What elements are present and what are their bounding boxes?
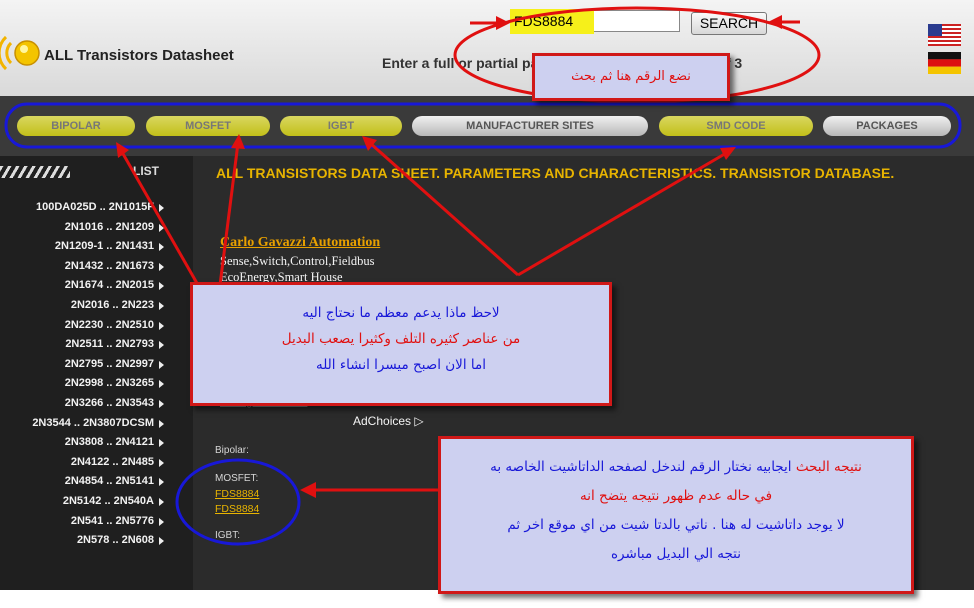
sidebar-item[interactable]: 2N3266 .. 2N3543 [65,397,154,409]
chevron-right-icon[interactable] [159,419,164,428]
result-mosfet-link[interactable]: FDS8884 [215,503,259,515]
adchoices-label[interactable]: AdChoices [353,414,411,428]
sidebar-item[interactable]: 2N1432 .. 2N1673 [65,260,154,272]
tab-mosfet[interactable]: MOSFET [146,116,270,136]
chevron-right-icon[interactable] [159,537,164,546]
page-title: ALL TRANSISTORS DATA SHEET. PARAMETERS A… [216,165,895,181]
result-bipolar-label: Bipolar: [215,445,249,456]
search-input-value[interactable]: FDS8884 [514,13,573,29]
chevron-right-icon[interactable] [159,400,164,408]
sidebar-item[interactable]: 2N1674 .. 2N2015 [65,279,154,291]
sidebar-item[interactable]: 2N4122 .. 2N485 [71,456,154,468]
sidebar-title: LIST [133,164,159,178]
callout-search-note: نضع الرقم هنا ثم بحث [532,53,730,101]
callout-categories-note: لاحظ ماذا يدعم معظم ما نحتاج اليه من عنا… [190,282,612,406]
ad-link[interactable]: Carlo Gavazzi Automation [220,235,380,251]
sidebar-item[interactable]: 2N1016 .. 2N1209 [65,221,154,233]
sidebar-item[interactable]: 2N2795 .. 2N2997 [65,358,154,370]
sidebar-item[interactable]: 2N2998 .. 2N3265 [65,377,154,389]
logo-icon [0,35,40,71]
sidebar-item[interactable]: 2N4854 .. 2N5141 [65,475,154,487]
sidebar-item[interactable]: 2N3544 .. 2N3807DCSM [32,417,154,429]
chevron-right-icon[interactable] [159,380,164,389]
chevron-right-icon[interactable] [159,223,164,232]
callout-results-line: نتيجه البحث ايجابيه نختار الرقم لندخل لص… [441,459,911,475]
ad-line: Sense,Switch,Control,Fieldbus [220,254,375,268]
tab-manufacturer-sites[interactable]: MANUFACTURER SITES [412,116,648,136]
callout-categories-line: اما الان اصبح ميسرا انشاء الله [315,357,487,373]
chevron-right-icon[interactable] [159,341,164,350]
chevron-right-icon[interactable] [159,439,164,448]
chevron-right-icon[interactable] [159,321,164,330]
tab-bipolar[interactable]: BIPOLAR [17,116,135,136]
result-igbt-label: IGBT: [215,530,241,541]
sidebar-item[interactable]: 2N2230 .. 2N2510 [65,319,154,331]
sidebar-item[interactable]: 2N1209-1 .. 2N1431 [55,240,154,252]
search-button[interactable]: SEARCH [691,12,767,35]
callout-results-line: لا يوجد داتاشيت له هنا . ناتي بالدتا شيت… [507,517,845,533]
chevron-right-icon[interactable] [159,262,164,271]
sidebar-stripes [0,166,70,178]
chevron-right-icon[interactable] [159,360,164,369]
sidebar-item[interactable]: 2N578 .. 2N608 [77,534,154,546]
sidebar-item[interactable]: 2N3808 .. 2N4121 [65,436,154,448]
sidebar-item[interactable]: 2N2511 .. 2N2793 [65,338,154,350]
result-mosfet-label: MOSFET: [215,473,259,484]
us-flag-icon[interactable] [928,24,961,46]
adchoices-icon[interactable]: ▷ [414,414,423,428]
site-logo-text[interactable]: ALL Transistors Datasheet [44,47,234,64]
sidebar-item[interactable]: 2N541 .. 2N5776 [71,515,154,527]
callout-results-line: في حاله عدم ظهور نتيجه يتضح انه [579,488,773,504]
callout-results-rest: ايجابيه نختار الرقم لندخل لصفحه الداتاشي… [490,459,796,475]
result-mosfet-link[interactable]: FDS8884 [215,488,259,500]
callout-results-line: نتجه الي البديل مباشره [610,546,742,562]
de-flag-icon[interactable] [928,52,961,74]
callout-categories-line: لاحظ ماذا يدعم معظم ما نحتاج اليه [302,305,500,321]
adchoices-link[interactable]: AdChoices ▷ [353,414,424,428]
sidebar-item[interactable]: 2N2016 .. 2N223 [71,299,154,311]
sidebar-item[interactable]: 100DA025D .. 2N1015F [36,201,154,213]
chevron-right-icon[interactable] [159,498,164,506]
chevron-right-icon[interactable] [159,458,164,467]
chevron-right-icon[interactable] [159,517,164,526]
chevron-right-icon[interactable] [159,204,164,212]
chevron-right-icon[interactable] [159,478,164,487]
callout-results-note: نتيجه البحث ايجابيه نختار الرقم لندخل لص… [438,436,914,594]
chevron-right-icon[interactable] [159,282,164,291]
callout-search-text: نضع الرقم هنا ثم بحث [571,69,691,84]
chevron-right-icon[interactable] [159,302,164,310]
tab-igbt[interactable]: IGBT [280,116,402,136]
sidebar-item[interactable]: 2N5142 .. 2N540A [63,495,154,507]
tab-smd-code[interactable]: SMD CODE [659,116,813,136]
callout-categories-line: من عناصر كثيره التلف وكثيرا يصعب البديل [281,331,521,347]
callout-results-prefix: نتيجه البحث [795,459,862,475]
chevron-right-icon[interactable] [159,243,164,252]
tab-packages[interactable]: PACKAGES [823,116,951,136]
